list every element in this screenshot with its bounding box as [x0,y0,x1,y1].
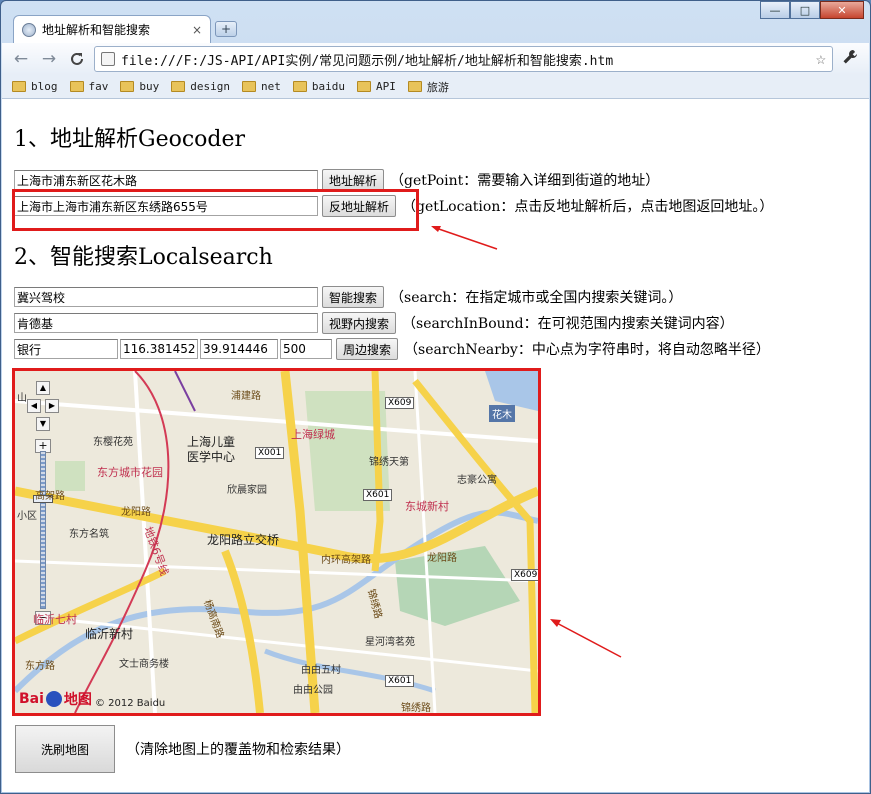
nearby-keyword-input[interactable] [14,339,118,359]
maximize-button[interactable]: □ [790,1,820,19]
geocoder-heading: 1、地址解析Geocoder [14,127,246,152]
bookmark-label: baidu [311,80,345,93]
geocode-note: （getPoint：需要输入详细到街道的地址） [390,173,660,189]
bookmark-fav[interactable]: fav [69,80,109,93]
tab-active[interactable]: 地址解析和智能搜索 × [13,15,211,43]
browser-window: — □ ✕ 地址解析和智能搜索 × + ← → file:///F:/JS-AP… [0,0,871,794]
bookmark-label: blog [31,80,58,93]
address-bar[interactable]: file:///F:/JS-API/API实例/常见问题示例/地址解析/地址解析… [94,46,833,72]
geocode-address-input[interactable] [14,170,318,190]
url-text: file:///F:/JS-API/API实例/常见问题示例/地址解析/地址解析… [121,53,614,69]
minimize-button[interactable]: — [760,1,790,19]
bookmark-travel[interactable]: 旅游 [407,79,449,95]
folder-icon [242,81,256,92]
search-keyword-input[interactable] [14,287,318,307]
folder-icon [292,81,307,92]
bookmark-label: net [261,80,281,93]
bookmark-label: 旅游 [426,80,449,94]
wrench-icon[interactable] [839,49,861,69]
geocode-button[interactable]: 地址解析 [322,169,385,191]
reload-icon[interactable] [66,48,88,70]
arrow-annotation-1 [431,226,498,250]
search-nearby-row: 周边搜索 （searchNearby：中心点为字符串时，将自动忽略半径） [14,338,770,360]
folder-icon [357,81,371,92]
bookmark-net[interactable]: net [242,80,281,93]
bookmarks-bar: blog fav buy design net baidu API 旅游 [2,75,869,99]
bookmark-label: design [190,80,230,93]
folder-icon [12,81,26,92]
bookmark-label: fav [88,80,109,93]
tab-close-icon[interactable]: × [192,23,202,37]
bookmark-buy[interactable]: buy [120,80,159,93]
page-content: 1、地址解析Geocoder 地址解析 （getPoint：需要输入详细到街道的… [2,99,869,792]
bookmark-blog[interactable]: blog [12,80,58,93]
search-row: 智能搜索 （search：在指定城市或全国内搜索关键词。） [14,286,682,308]
reverse-geocode-note: （getLocation：点击反地址解析后，点击地图返回地址。） [402,199,774,215]
search-in-bounds-button[interactable]: 视野内搜索 [322,312,397,334]
folder-icon [171,81,186,92]
tab-title: 地址解析和智能搜索 [42,23,151,37]
window-controls: — □ ✕ [760,1,864,19]
globe-icon [22,22,36,37]
highlight-box-map [12,368,541,716]
bookmark-design[interactable]: design [171,80,230,93]
arrow-annotation-2 [550,619,622,658]
search-nearby-button[interactable]: 周边搜索 [336,338,399,360]
search-nearby-note: （searchNearby：中心点为字符串时，将自动忽略半径） [404,342,770,358]
nearby-lat-input[interactable] [200,339,278,359]
highlight-box-reverse [12,189,419,231]
folder-icon [407,81,422,92]
close-window-button[interactable]: ✕ [820,1,864,19]
forward-icon[interactable]: → [38,48,60,70]
bounds-keyword-input[interactable] [14,313,318,333]
bookmark-label: buy [139,80,160,93]
search-in-bounds-row: 视野内搜索 （searchInBound：在可视范围内搜索关键词内容） [14,312,734,334]
star-icon[interactable]: ☆ [816,49,826,69]
back-icon[interactable]: ← [10,48,32,70]
localsearch-heading: 2、智能搜索Localsearch [14,245,273,270]
clear-map-button[interactable]: 洗刷地图 [15,725,115,773]
nearby-radius-input[interactable] [280,339,332,359]
bookmark-label: API [376,80,396,93]
clear-map-note: （清除地图上的覆盖物和检索结果） [126,742,350,758]
folder-icon [120,81,135,92]
bookmark-api[interactable]: API [357,80,396,93]
toolbar: ← → file:///F:/JS-API/API实例/常见问题示例/地址解析/… [2,43,869,75]
search-in-bounds-note: （searchInBound：在可视范围内搜索关键词内容） [402,316,734,332]
geocode-row: 地址解析 （getPoint：需要输入详细到街道的地址） [14,169,659,191]
wrench-glyph [843,50,857,64]
reload-glyph [71,52,83,65]
page-icon [101,52,115,66]
search-note: （search：在指定城市或全国内搜索关键词。） [390,290,683,306]
nearby-lng-input[interactable] [120,339,198,359]
search-button[interactable]: 智能搜索 [322,286,385,308]
folder-icon [69,81,84,92]
bookmark-baidu[interactable]: baidu [292,80,345,93]
new-tab-button[interactable]: + [215,21,237,37]
